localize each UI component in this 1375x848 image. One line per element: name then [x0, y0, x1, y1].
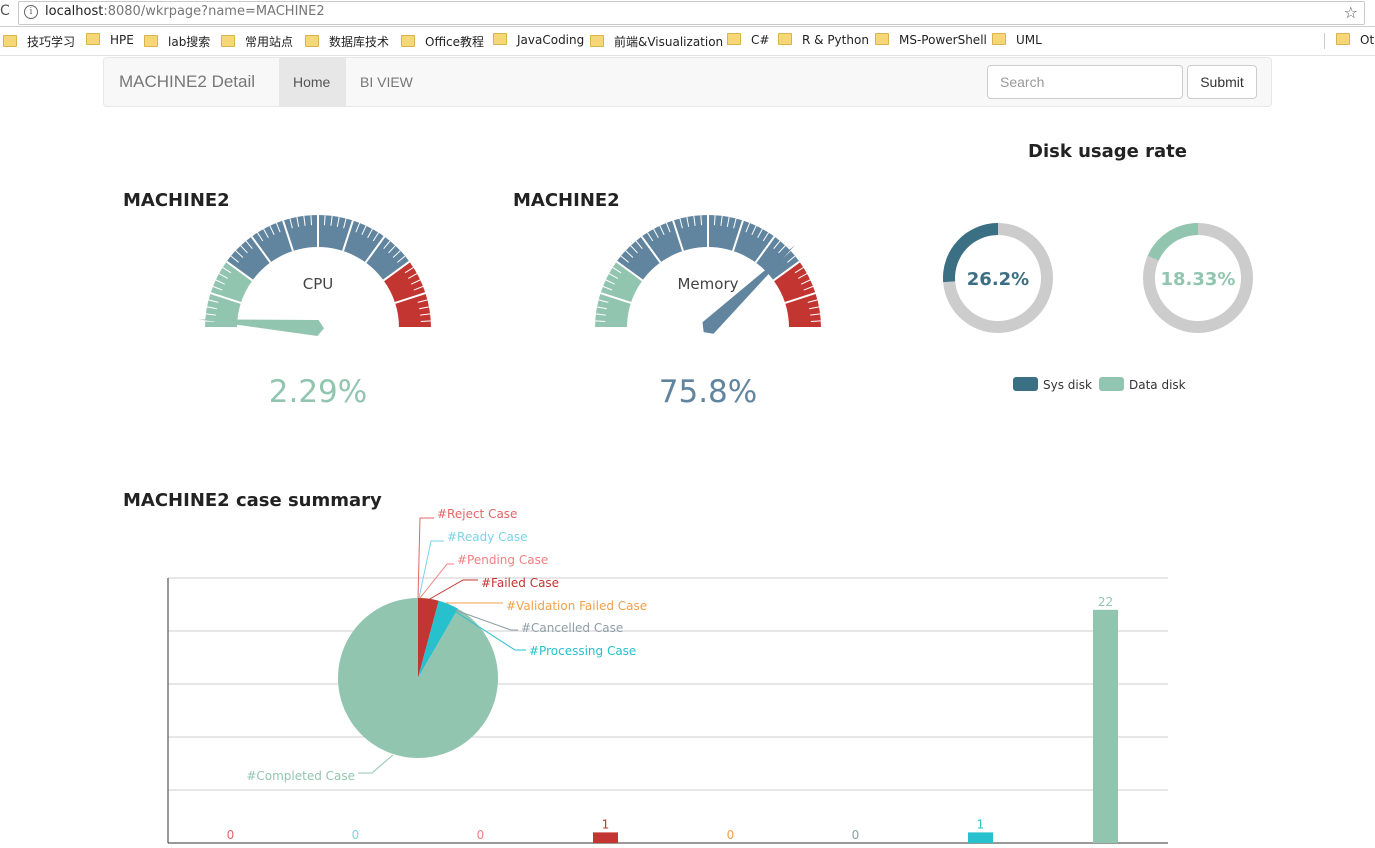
chart-grid: [167, 577, 1168, 844]
pie-leader-line: [358, 754, 394, 774]
bar-value-label: 0: [477, 828, 485, 842]
pie-label-8: #Completed Case: [246, 769, 355, 783]
bar-value-label: 0: [727, 828, 735, 842]
bar-value-label: 1: [602, 817, 610, 831]
bar-value-label: 0: [352, 828, 360, 842]
bar-value-label: 0: [852, 828, 860, 842]
pie-label-3: #Pending Case: [457, 553, 548, 567]
case-summary-chart: 0 0 0 1 0 0 1 22 #Reject Case #Ready Case #Pendin…: [167, 507, 1168, 844]
pie-chart: #Reject Case #Ready Case #Pending Case #Fai…: [246, 507, 647, 783]
pie-leader-line: [427, 579, 478, 601]
pie-label-4: #Failed Case: [481, 576, 559, 590]
bar-value-label: 0: [227, 828, 235, 842]
bar-value-label: 1: [977, 817, 985, 831]
bar-4[interactable]: [593, 832, 618, 843]
pie-label-1: #Reject Case: [437, 507, 517, 521]
pie-label-6: #Cancelled Case: [521, 621, 623, 635]
bar-value-label: 22: [1098, 595, 1113, 609]
pie-leader-line: [417, 517, 434, 599]
pie-slice-8[interactable]: [338, 598, 499, 758]
bar-8[interactable]: [1093, 609, 1118, 843]
pie-label-5: #Validation Failed Case: [506, 599, 647, 613]
pie-leader-line: [418, 540, 444, 599]
pie-label-2: #Ready Case: [447, 530, 528, 544]
pie-label-7: #Processing Case: [529, 644, 636, 658]
bar-7[interactable]: [968, 832, 993, 843]
